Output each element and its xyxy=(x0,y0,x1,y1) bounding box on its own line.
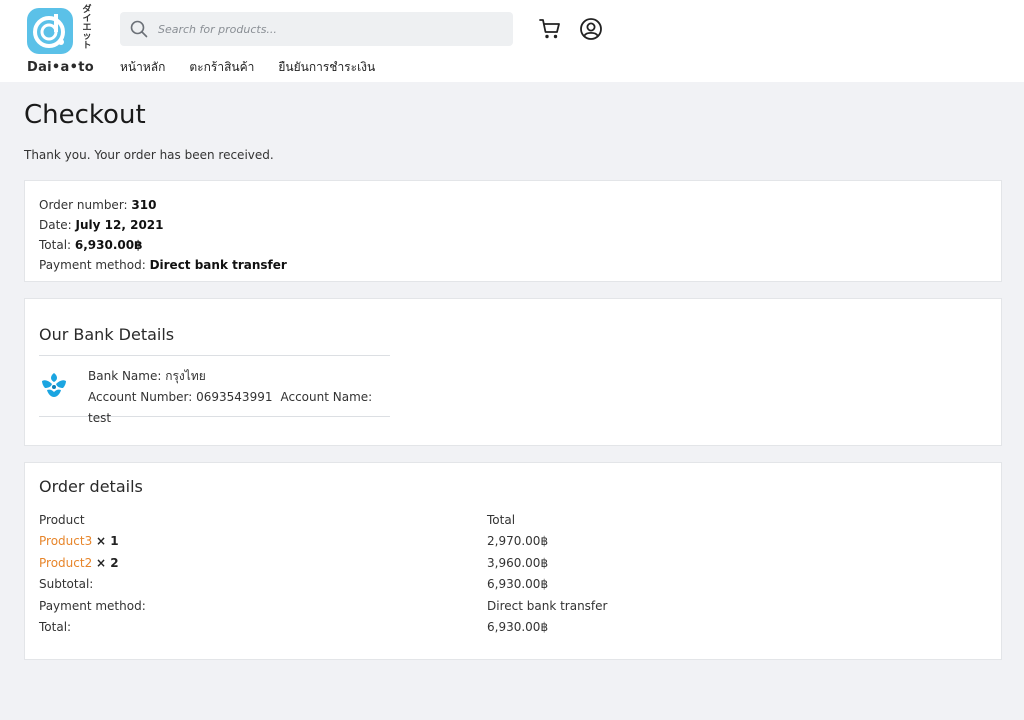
item-total: 2,970.00฿ xyxy=(487,534,549,549)
table-row: Product2 × 2 3,960.00฿ xyxy=(39,552,989,574)
item-total: 3,960.00฿ xyxy=(487,555,549,570)
bank-name-label: Bank Name: xyxy=(88,369,166,383)
nav-home[interactable]: หน้าหลัก xyxy=(120,58,165,77)
column-header-product: Product xyxy=(39,512,85,527)
bank-name-value: กรุงไทย xyxy=(165,369,206,383)
order-total-label: Total: xyxy=(39,238,75,252)
bank-details-card: Our Bank Details Bank Name: กรุงไทย Acco… xyxy=(24,298,1002,446)
bank-account-block: Bank Name: กรุงไทย Account Number: 06935… xyxy=(39,355,390,425)
user-icon xyxy=(580,18,602,40)
item-quantity: × 1 xyxy=(96,534,119,549)
order-grand-total-value: 6,930.00฿ xyxy=(487,620,549,635)
account-name-label: Account Name: xyxy=(280,390,373,404)
main-nav: หน้าหลัก ตะกร้าสินค้า ยืนยันการชำระเงิน xyxy=(120,58,375,77)
site-logo[interactable]: ダイエット Dai•a•to xyxy=(24,6,104,76)
subtotal-label: Subtotal: xyxy=(39,577,94,592)
order-details-table: Product Total Product3 × 1 2,970.00฿ Pro… xyxy=(39,509,989,638)
bank-info: Bank Name: กรุงไทย Account Number: 06935… xyxy=(88,366,390,429)
payment-method-row: Payment method: Direct bank transfer xyxy=(39,595,989,617)
nav-cart[interactable]: ตะกร้าสินค้า xyxy=(189,58,254,77)
order-date-label: Date: xyxy=(39,218,76,232)
order-details-title: Order details xyxy=(39,477,143,496)
cart-button[interactable] xyxy=(537,16,563,42)
column-header-total: Total xyxy=(487,512,516,527)
order-total-line: Total: 6,930.00฿ xyxy=(39,235,987,255)
cart-icon xyxy=(539,19,560,39)
table-row: Product3 × 1 2,970.00฿ xyxy=(39,531,989,553)
bank-name-line: Bank Name: กรุงไทย xyxy=(88,366,390,387)
product-link-product2[interactable]: Product2 xyxy=(39,556,92,570)
product-link-product3[interactable]: Product3 xyxy=(39,534,92,548)
bank-details-title: Our Bank Details xyxy=(39,325,175,344)
order-date-line: Date: July 12, 2021 xyxy=(39,215,987,235)
thank-you-message: Thank you. Your order has been received. xyxy=(24,148,274,162)
subtotal-row: Subtotal: 6,930.00฿ xyxy=(39,574,989,596)
payment-method-line: Payment method: Direct bank transfer xyxy=(39,255,987,275)
nav-confirm-payment[interactable]: ยืนยันการชำระเงิน xyxy=(278,58,375,77)
payment-method-value: Direct bank transfer xyxy=(149,258,287,272)
order-grand-total-label: Total: xyxy=(39,620,72,635)
order-number-label: Order number: xyxy=(39,198,132,212)
search-input[interactable] xyxy=(156,21,486,37)
account-name-value: test xyxy=(88,411,112,425)
table-header-row: Product Total xyxy=(39,509,989,531)
payment-method-label: Payment method: xyxy=(39,258,150,272)
order-payment-value: Direct bank transfer xyxy=(487,598,608,613)
account-number-label: Account Number: xyxy=(88,390,197,404)
logo-mark-icon xyxy=(27,8,73,54)
order-payment-label: Payment method: xyxy=(39,598,146,613)
search-bar xyxy=(120,12,513,46)
order-number-value: 310 xyxy=(131,198,157,212)
bank-logo-icon xyxy=(39,370,69,400)
site-header: ダイエット Dai•a•to หน้าหลัก ตะกร้าสินค้า ยืน… xyxy=(0,0,1024,82)
page-title: Checkout xyxy=(24,100,146,130)
account-button[interactable] xyxy=(578,16,604,42)
order-total-value: 6,930.00฿ xyxy=(74,238,143,252)
subtotal-value: 6,930.00฿ xyxy=(487,577,549,592)
total-row: Total: 6,930.00฿ xyxy=(39,617,989,639)
order-number-line: Order number: 310 xyxy=(39,195,987,215)
item-quantity: × 2 xyxy=(96,555,119,570)
search-icon xyxy=(130,20,148,38)
logo-text: Dai•a•to xyxy=(27,60,94,75)
order-details-card: Order details Product Total Product3 × 1… xyxy=(24,462,1002,660)
order-summary-card: Order number: 310 Date: July 12, 2021 To… xyxy=(24,180,1002,282)
order-date-value: July 12, 2021 xyxy=(75,218,164,232)
account-line: Account Number: 0693543991 Account Name: … xyxy=(88,387,390,429)
account-number-value: 0693543991 xyxy=(196,390,273,404)
logo-kana: ダイエット xyxy=(82,5,92,51)
